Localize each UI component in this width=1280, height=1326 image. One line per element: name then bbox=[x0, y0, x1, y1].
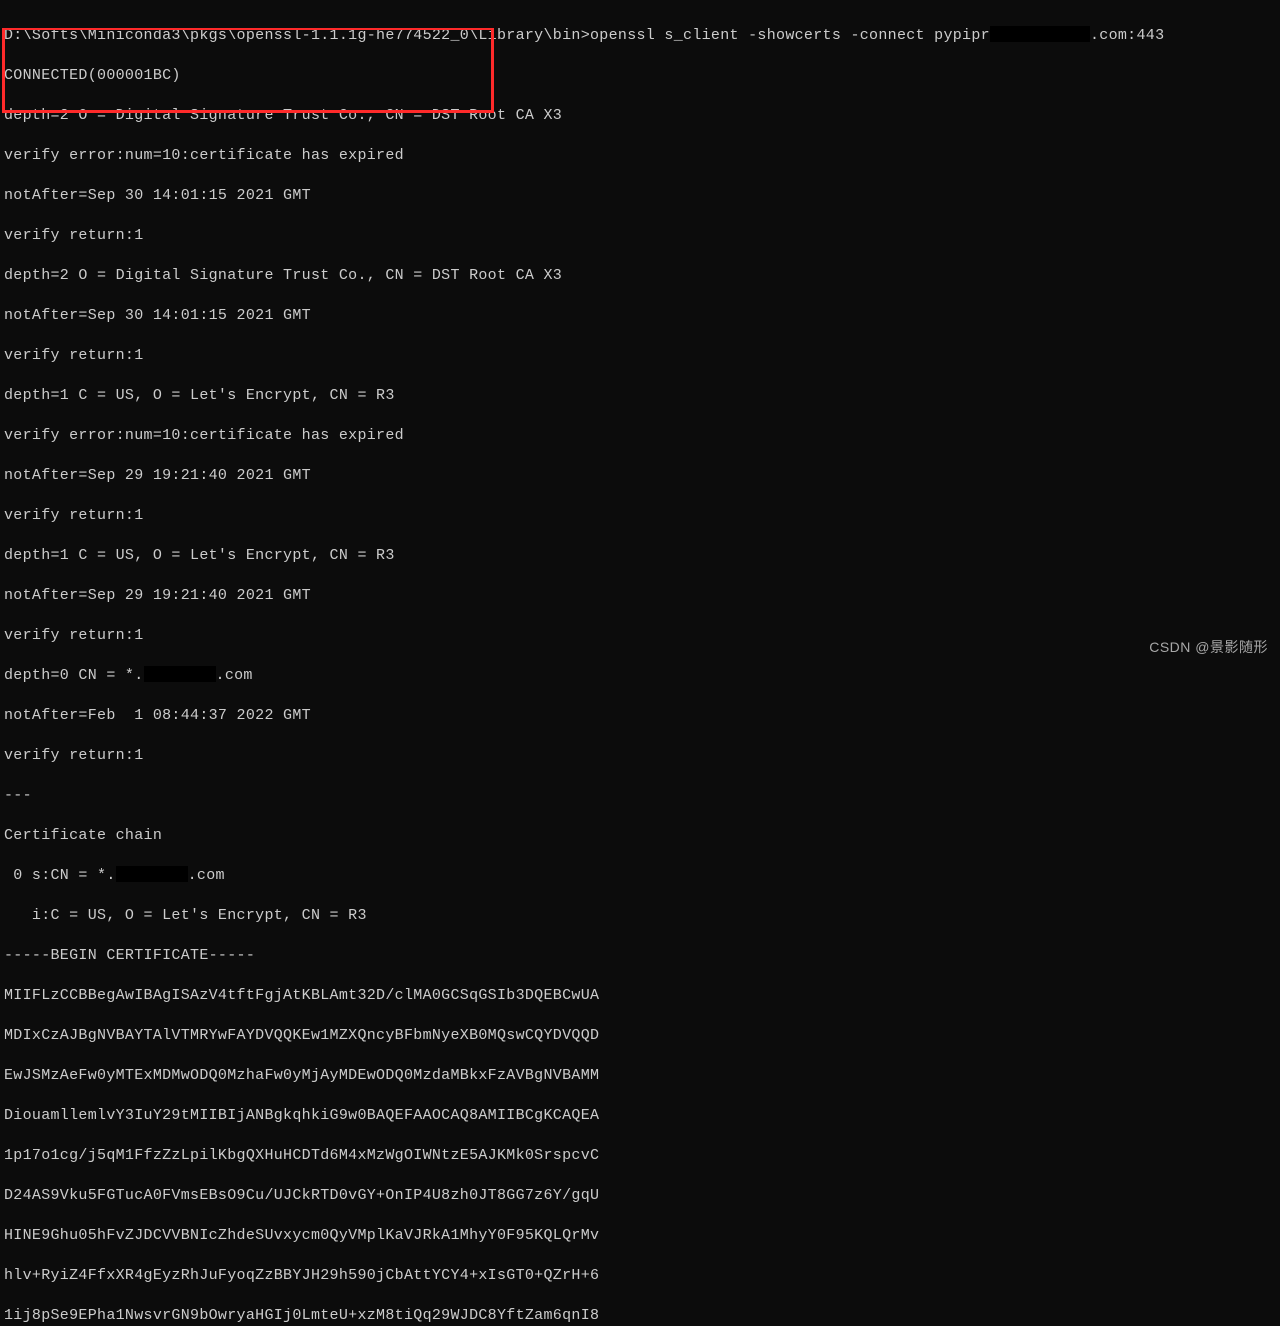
output-line: verify return:1 bbox=[4, 226, 1276, 246]
chain-subject-suffix: .com bbox=[188, 867, 225, 884]
output-line: -----BEGIN CERTIFICATE----- bbox=[4, 946, 1276, 966]
output-line: verify return:1 bbox=[4, 626, 1276, 646]
output-line: notAfter=Sep 30 14:01:15 2021 GMT bbox=[4, 186, 1276, 206]
output-line: verify error:num=10:certificate has expi… bbox=[4, 146, 1276, 166]
prompt-path: D:\Softs\Miniconda3\pkgs\openssl-1.1.1g-… bbox=[4, 27, 590, 44]
command-prompt-line: D:\Softs\Miniconda3\pkgs\openssl-1.1.1g-… bbox=[4, 26, 1276, 46]
output-line: depth=1 C = US, O = Let's Encrypt, CN = … bbox=[4, 546, 1276, 566]
output-line: notAfter=Sep 29 19:21:40 2021 GMT bbox=[4, 586, 1276, 606]
output-line: HINE9Ghu05hFvZJDCVVBNIcZhdeSUvxycm0QyVMp… bbox=[4, 1226, 1276, 1246]
censored-hostname bbox=[990, 26, 1090, 42]
output-line: MIIFLzCCBBegAwIBAgISAzV4tftFgjAtKBLAmt32… bbox=[4, 986, 1276, 1006]
output-line: i:C = US, O = Let's Encrypt, CN = R3 bbox=[4, 906, 1276, 926]
output-line: Certificate chain bbox=[4, 826, 1276, 846]
censored-domain bbox=[116, 866, 188, 882]
output-line: verify return:1 bbox=[4, 346, 1276, 366]
chain-subject-prefix: 0 s:CN = *. bbox=[4, 867, 116, 884]
output-line: depth=2 O = Digital Signature Trust Co.,… bbox=[4, 106, 1276, 126]
output-line: verify return:1 bbox=[4, 506, 1276, 526]
output-line: 1ij8pSe9EPha1NwsvrGN9bOwryaHGIj0LmteU+xz… bbox=[4, 1306, 1276, 1326]
output-line: D24AS9Vku5FGTucA0FVmsEBsO9Cu/UJCkRTD0vGY… bbox=[4, 1186, 1276, 1206]
output-line: depth=2 O = Digital Signature Trust Co.,… bbox=[4, 266, 1276, 286]
depth0-suffix: .com bbox=[216, 667, 253, 684]
output-line-depth0: depth=0 CN = *. .com bbox=[4, 666, 1276, 686]
output-line: EwJSMzAeFw0yMTExMDMwODQ0MzhaFw0yMjAyMDEw… bbox=[4, 1066, 1276, 1086]
output-line: depth=1 C = US, O = Let's Encrypt, CN = … bbox=[4, 386, 1276, 406]
output-line: --- bbox=[4, 786, 1276, 806]
depth0-prefix: depth=0 CN = *. bbox=[4, 667, 144, 684]
censored-domain bbox=[144, 666, 216, 682]
terminal-output: D:\Softs\Miniconda3\pkgs\openssl-1.1.1g-… bbox=[0, 0, 1280, 1326]
command-prefix: openssl s_client -showcerts -connect pyp… bbox=[590, 27, 990, 44]
output-line: MDIxCzAJBgNVBAYTAlVTMRYwFAYDVQQKEw1MZXQn… bbox=[4, 1026, 1276, 1046]
output-line: CONNECTED(000001BC) bbox=[4, 66, 1276, 86]
output-line: verify error:num=10:certificate has expi… bbox=[4, 426, 1276, 446]
output-line: hlv+RyiZ4FfxXR4gEyzRhJuFyoqZzBBYJH29h590… bbox=[4, 1266, 1276, 1286]
output-line: notAfter=Sep 30 14:01:15 2021 GMT bbox=[4, 306, 1276, 326]
command-suffix: .com:443 bbox=[1090, 27, 1164, 44]
output-line: notAfter=Sep 29 19:21:40 2021 GMT bbox=[4, 466, 1276, 486]
output-line: DiouamllemlvY3IuY29tMIIBIjANBgkqhkiG9w0B… bbox=[4, 1106, 1276, 1126]
watermark-text: CSDN @景影随形 bbox=[1149, 637, 1268, 657]
output-line: notAfter=Feb 1 08:44:37 2022 GMT bbox=[4, 706, 1276, 726]
output-line-chain: 0 s:CN = *. .com bbox=[4, 866, 1276, 886]
output-line: verify return:1 bbox=[4, 746, 1276, 766]
output-line: 1p17o1cg/j5qM1FfzZzLpilKbgQXHuHCDTd6M4xM… bbox=[4, 1146, 1276, 1166]
